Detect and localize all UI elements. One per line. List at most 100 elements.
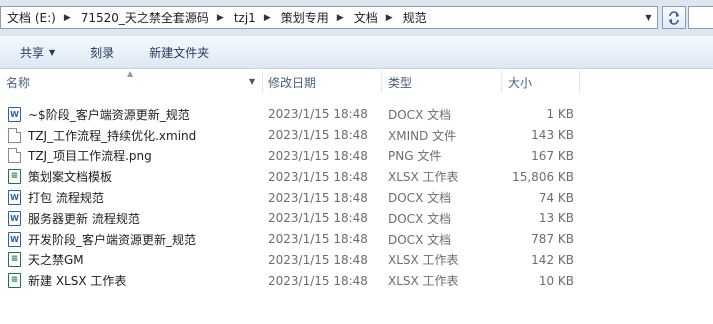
file-name: 服务器更新 流程规范 [28, 211, 140, 226]
file-size: 167 KB [531, 148, 574, 163]
file-name: TZJ_工作流程_持续优化.xmind [28, 128, 197, 143]
file-date: 2023/1/15 18:48 [268, 148, 368, 163]
file-date: 2023/1/15 18:48 [268, 128, 368, 143]
docx-file-icon [8, 231, 21, 247]
column-type[interactable]: 类型 [388, 69, 500, 95]
file-name: 天之禁GM [28, 253, 84, 268]
address-bar-area: 文档 (E:) ▶ 71520_天之禁全套源码 ▶ tzj1 ▶ 策划专用 ▶ 文档 ▶ … [0, 0, 713, 36]
breadcrumb-item[interactable]: 文档 ▶ [348, 9, 397, 26]
breadcrumb-label: tzj1 [233, 10, 256, 25]
file-list: ~$阶段_客户端资源更新_规范 2023/1/15 18:48 DOCX 文档 … [0, 104, 713, 291]
breadcrumb-item[interactable]: 策划专用 ▶ [275, 9, 348, 26]
file-date: 2023/1/15 18:48 [268, 211, 368, 226]
file-size: 74 KB [538, 190, 574, 205]
file-row[interactable]: 策划案文档模板 2023/1/15 18:48 XLSX 工作表 15,806 … [0, 166, 713, 187]
file-row[interactable]: 新建 XLSX 工作表 2023/1/15 18:48 XLSX 工作表 10 … [0, 270, 713, 291]
file-date: 2023/1/15 18:48 [268, 169, 368, 184]
command-toolbar: 共享 ▼ 刻录 新建文件夹 [0, 36, 713, 69]
chevron-down-icon: ▼ [49, 47, 56, 57]
file-date: 2023/1/15 18:48 [268, 107, 368, 122]
file-row[interactable]: 开发阶段_客户端资源更新_规范 2023/1/15 18:48 DOCX 文档 … [0, 229, 713, 250]
docx-file-icon [8, 190, 21, 206]
column-size-label: 大小 [508, 75, 533, 90]
share-label: 共享 [20, 45, 45, 60]
column-name-label: 名称 [6, 75, 31, 90]
column-date-label: 修改日期 [268, 75, 317, 90]
file-type: XLSX 工作表 [388, 253, 459, 268]
file-date: 2023/1/15 18:48 [268, 252, 368, 267]
breadcrumb-item[interactable]: 文档 (E:) ▶ [1, 9, 75, 26]
column-divider[interactable] [262, 71, 263, 93]
column-type-label: 类型 [388, 75, 413, 90]
breadcrumb-label: 文档 [353, 11, 378, 25]
file-size: 143 KB [531, 128, 574, 143]
generic-file-icon [8, 127, 21, 143]
breadcrumb-item[interactable]: 规范 [397, 9, 431, 26]
address-dropdown-icon[interactable]: ▼ [640, 7, 657, 28]
file-date: 2023/1/15 18:48 [268, 232, 368, 247]
xlsx-file-icon [8, 169, 21, 185]
file-type: DOCX 文档 [388, 107, 452, 122]
file-name: TZJ_项目工作流程.png [28, 149, 152, 164]
file-size: 787 KB [531, 232, 574, 247]
share-button[interactable]: 共享 ▼ [0, 44, 70, 61]
file-row[interactable]: 打包 流程规范 2023/1/15 18:48 DOCX 文档 74 KB [0, 187, 713, 208]
file-row[interactable]: TZJ_项目工作流程.png 2023/1/15 18:48 PNG 文件 16… [0, 146, 713, 167]
search-input[interactable] [688, 6, 713, 29]
file-size: 13 KB [538, 211, 574, 226]
column-date[interactable]: 修改日期 [268, 69, 380, 95]
file-type: DOCX 文档 [388, 191, 452, 206]
new-folder-label: 新建文件夹 [149, 45, 210, 60]
generic-file-icon [8, 148, 21, 164]
file-type: DOCX 文档 [388, 232, 452, 247]
new-folder-button[interactable]: 新建文件夹 [129, 44, 224, 61]
burn-label: 刻录 [90, 45, 115, 60]
file-row[interactable]: 服务器更新 流程规范 2023/1/15 18:48 DOCX 文档 13 KB [0, 208, 713, 229]
file-name: 打包 流程规范 [28, 191, 104, 206]
file-date: 2023/1/15 18:48 [268, 273, 368, 288]
column-divider[interactable] [579, 71, 580, 93]
breadcrumb-item[interactable]: tzj1 ▶ [228, 11, 275, 25]
chevron-right-icon[interactable]: ▶ [60, 13, 75, 23]
breadcrumb-label: 策划专用 [280, 11, 329, 25]
file-size: 10 KB [538, 273, 574, 288]
column-size[interactable]: 大小 [508, 69, 578, 95]
refresh-button[interactable] [662, 6, 686, 29]
file-size: 15,806 KB [512, 169, 574, 184]
column-divider[interactable] [381, 71, 382, 93]
file-row[interactable]: 天之禁GM 2023/1/15 18:48 XLSX 工作表 142 KB [0, 250, 713, 271]
file-size: 142 KB [531, 252, 574, 267]
file-size: 1 KB [546, 107, 574, 122]
column-header: ▲ 名称 ▼ 修改日期 类型 大小 [0, 69, 713, 95]
file-type: XLSX 工作表 [388, 274, 459, 289]
docx-file-icon [8, 210, 21, 226]
file-row[interactable]: ~$阶段_客户端资源更新_规范 2023/1/15 18:48 DOCX 文档 … [0, 104, 713, 125]
column-filter-dropdown-icon[interactable]: ▼ [249, 77, 255, 86]
file-type: XLSX 工作表 [388, 170, 459, 185]
address-bar[interactable]: 文档 (E:) ▶ 71520_天之禁全套源码 ▶ tzj1 ▶ 策划专用 ▶ 文档 ▶ … [0, 6, 658, 29]
file-name: 策划案文档模板 [28, 170, 113, 185]
breadcrumb-label: 71520_天之禁全套源码 [80, 11, 209, 25]
file-date: 2023/1/15 18:48 [268, 190, 368, 205]
file-name: 新建 XLSX 工作表 [28, 274, 127, 289]
file-type: XMIND 文件 [388, 128, 457, 143]
breadcrumb-label: 规范 [402, 11, 427, 25]
file-row[interactable]: TZJ_工作流程_持续优化.xmind 2023/1/15 18:48 XMIN… [0, 125, 713, 146]
chevron-right-icon[interactable]: ▶ [213, 13, 228, 23]
docx-file-icon [8, 106, 21, 122]
file-type: DOCX 文档 [388, 211, 452, 226]
burn-button[interactable]: 刻录 [70, 44, 129, 61]
column-divider[interactable] [501, 71, 502, 93]
xlsx-file-icon [8, 252, 21, 268]
chevron-right-icon[interactable]: ▶ [260, 13, 275, 23]
xlsx-file-icon [8, 273, 21, 289]
chevron-right-icon[interactable]: ▶ [382, 13, 397, 23]
file-name: ~$阶段_客户端资源更新_规范 [28, 107, 190, 122]
refresh-icon [669, 10, 679, 25]
breadcrumb-item[interactable]: 71520_天之禁全套源码 ▶ [75, 9, 228, 26]
chevron-right-icon[interactable]: ▶ [333, 13, 348, 23]
breadcrumb-label: 文档 (E:) [7, 11, 56, 25]
column-name[interactable]: 名称 [6, 69, 262, 95]
file-name: 开发阶段_客户端资源更新_规范 [28, 232, 197, 247]
file-type: PNG 文件 [388, 149, 442, 164]
